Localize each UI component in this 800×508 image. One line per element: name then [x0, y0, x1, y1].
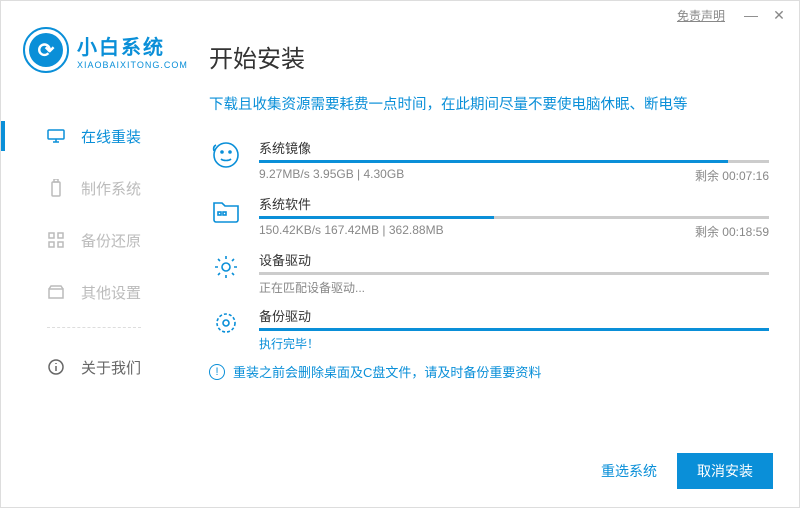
task-detail: 9.27MB/s 3.95GB | 4.30GB	[259, 167, 404, 184]
nav-make-system[interactable]: 制作系统	[1, 163, 181, 213]
task-device-drivers: 设备驱动 正在匹配设备驱动...	[209, 250, 769, 296]
box-icon	[47, 283, 65, 301]
progress-bar	[259, 272, 769, 275]
nav-label: 在线重装	[81, 126, 141, 147]
brand-url: XIAOBAIXITONG.COM	[77, 60, 188, 70]
nav-divider	[47, 327, 141, 328]
task-eta: 剩余 00:18:59	[695, 223, 769, 240]
app-window: 免责声明 — ✕ ⟳ 小白系统 XIAOBAIXITONG.COM 开始安装 在…	[0, 0, 800, 508]
monitor-icon	[47, 127, 65, 145]
logo-icon: ⟳	[23, 27, 69, 73]
task-title: 设备驱动	[259, 250, 769, 269]
task-detail: 执行完毕！	[259, 335, 319, 352]
nav-label: 关于我们	[81, 357, 141, 378]
page-title: 开始安装	[209, 39, 305, 74]
nav-label: 其他设置	[81, 282, 141, 303]
usb-icon	[47, 179, 65, 197]
nav-label: 制作系统	[81, 178, 141, 199]
titlebar: 免责声明 — ✕	[677, 1, 799, 29]
close-button[interactable]: ✕	[765, 7, 793, 24]
brand-name: 小白系统	[77, 31, 188, 60]
warning-text: 重装之前会删除桌面及C盘文件，请及时备份重要资料	[233, 362, 541, 381]
nav-other-settings[interactable]: 其他设置	[1, 267, 181, 317]
task-system-software: 系统软件 150.42KB/s 167.42MB | 362.88MB 剩余 0…	[209, 194, 769, 240]
disclaimer-link[interactable]: 免责声明	[677, 7, 725, 24]
progress-bar	[259, 328, 769, 331]
brand-header: ⟳ 小白系统 XIAOBAIXITONG.COM	[23, 27, 188, 73]
task-eta: 剩余 00:07:16	[695, 167, 769, 184]
grid-icon	[47, 231, 65, 249]
task-detail: 正在匹配设备驱动...	[259, 279, 365, 296]
warn-icon: !	[209, 364, 225, 380]
task-title: 系统软件	[259, 194, 769, 213]
install-hint: 下载且收集资源需要耗费一点时间，在此期间尽量不要使电脑休眠、断电等	[209, 93, 769, 114]
reselect-system-link[interactable]: 重选系统	[601, 461, 657, 481]
face-icon	[209, 138, 243, 172]
gear-icon	[209, 250, 243, 284]
nav-about[interactable]: 关于我们	[1, 342, 181, 392]
gear-icon	[209, 306, 243, 340]
task-title: 系统镜像	[259, 138, 769, 157]
footer: 重选系统 取消安装	[601, 453, 773, 489]
info-icon	[47, 358, 65, 376]
task-detail: 150.42KB/s 167.42MB | 362.88MB	[259, 223, 444, 240]
main-content: 下载且收集资源需要耗费一点时间，在此期间尽量不要使电脑休眠、断电等 系统镜像 9…	[209, 93, 769, 447]
folder-icon	[209, 194, 243, 228]
progress-bar	[259, 160, 769, 163]
task-title: 备份驱动	[259, 306, 769, 325]
nav-backup-restore[interactable]: 备份还原	[1, 215, 181, 265]
warning-row: ! 重装之前会删除桌面及C盘文件，请及时备份重要资料	[209, 362, 769, 381]
nav-label: 备份还原	[81, 230, 141, 251]
minimize-button[interactable]: —	[737, 7, 765, 23]
cancel-install-button[interactable]: 取消安装	[677, 453, 773, 489]
nav-online-reinstall[interactable]: 在线重装	[1, 111, 181, 161]
sidebar: 在线重装 制作系统 备份还原 其他设置 关于我们	[1, 111, 181, 394]
task-system-image: 系统镜像 9.27MB/s 3.95GB | 4.30GB 剩余 00:07:1…	[209, 138, 769, 184]
task-backup-drivers: 备份驱动 执行完毕！	[209, 306, 769, 352]
progress-bar	[259, 216, 769, 219]
